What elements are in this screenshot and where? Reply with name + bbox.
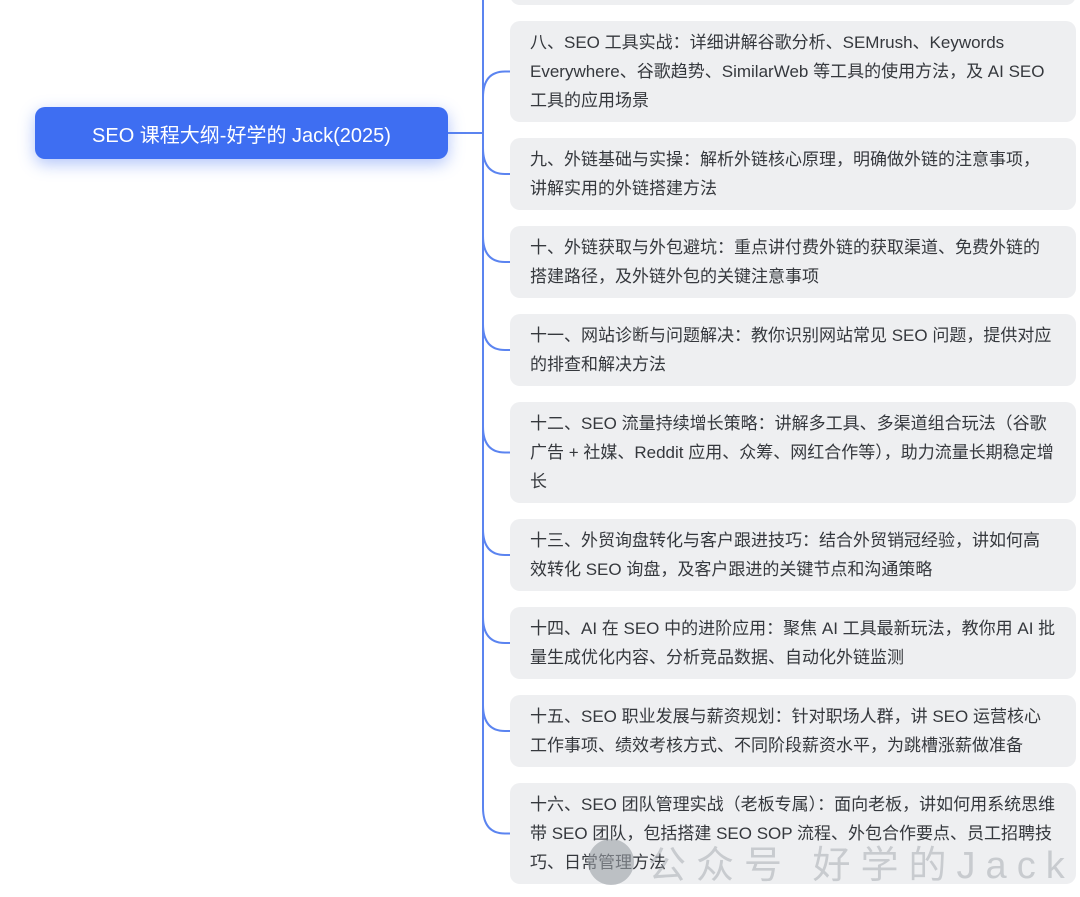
mindmap-canvas: SEO 课程大纲-好学的 Jack(2025) 八、SEO 工具实战：详细讲解谷…: [0, 0, 1080, 897]
root-node-label: SEO 课程大纲-好学的 Jack(2025): [92, 119, 391, 148]
topic-node-9[interactable]: 九、外链基础与实操：解析外链核心原理，明确做外链的注意事项，讲解实用的外链搭建方…: [510, 138, 1076, 210]
topic-node-14[interactable]: 十四、AI 在 SEO 中的进阶应用：聚焦 AI 工具最新玩法，教你用 AI 批…: [510, 607, 1076, 679]
topic-node-11[interactable]: 十一、网站诊断与问题解决：教你识别网站常见 SEO 问题，提供对应的排查和解决方…: [510, 314, 1076, 386]
topic-node-13[interactable]: 十三、外贸询盘转化与客户跟进技巧：结合外贸销冠经验，讲如何高效转化 SEO 询盘…: [510, 519, 1076, 591]
topic-node-12[interactable]: 十二、SEO 流量持续增长策略：讲解多工具、多渠道组合玩法（谷歌广告 + 社媒、…: [510, 402, 1076, 503]
topic-node-15[interactable]: 十五、SEO 职业发展与薪资规划：针对职场人群，讲 SEO 运营核心工作事项、绩…: [510, 695, 1076, 767]
root-node[interactable]: SEO 课程大纲-好学的 Jack(2025): [35, 107, 448, 159]
topic-node-10[interactable]: 十、外链获取与外包避坑：重点讲付费外链的获取渠道、免费外链的搭建路径，及外链外包…: [510, 226, 1076, 298]
topic-list: 八、SEO 工具实战：详细讲解谷歌分析、SEMrush、Keywords Eve…: [510, 0, 1076, 884]
topic-node-8[interactable]: 八、SEO 工具实战：详细讲解谷歌分析、SEMrush、Keywords Eve…: [510, 21, 1076, 122]
topic-node-16[interactable]: 十六、SEO 团队管理实战（老板专属）：面向老板，讲如何用系统思维带 SEO 团…: [510, 783, 1076, 884]
topic-node-partial-top[interactable]: [510, 0, 1076, 5]
